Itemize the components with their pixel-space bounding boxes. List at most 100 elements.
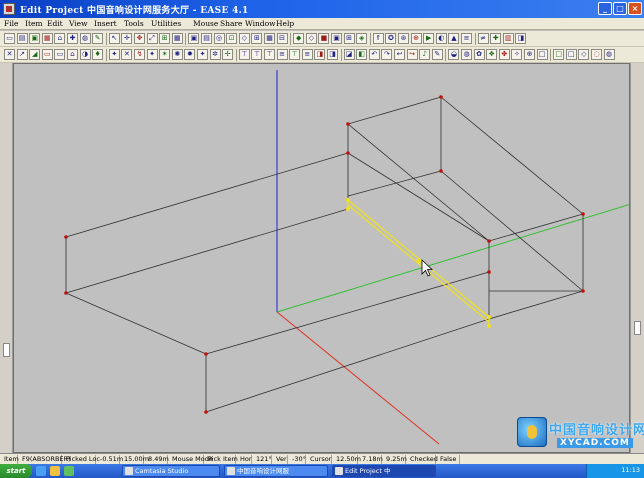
toolbar-button[interactable]: ✧ bbox=[511, 49, 523, 60]
toolbar-button[interactable]: ✛ bbox=[121, 33, 133, 44]
left-scroll-strip[interactable] bbox=[0, 63, 13, 453]
toolbar-button[interactable]: ⊤ bbox=[251, 49, 263, 60]
toolbar-button[interactable]: ▭ bbox=[4, 33, 15, 44]
menu-view[interactable]: View bbox=[69, 19, 88, 29]
toolbar-button[interactable]: ▣ bbox=[188, 33, 200, 44]
toolbar-button[interactable]: ♪ bbox=[419, 49, 431, 60]
toolbar-button[interactable]: ⊕ bbox=[524, 49, 535, 60]
toolbar-button[interactable]: ◎ bbox=[213, 33, 225, 44]
menu-item[interactable]: Item bbox=[25, 19, 43, 29]
toolbar-button[interactable]: ◈ bbox=[356, 33, 368, 44]
toolbar-button[interactable]: ▭ bbox=[54, 49, 66, 60]
toolbar-button[interactable]: ↖ bbox=[108, 33, 120, 44]
toolbar-button[interactable]: ▣ bbox=[29, 33, 41, 44]
toolbar-button[interactable]: ◇ bbox=[238, 33, 250, 44]
toolbar-button[interactable]: ◢ bbox=[29, 49, 41, 60]
menu-file[interactable]: File bbox=[4, 19, 18, 29]
toolbar-button[interactable]: ✲ bbox=[209, 49, 221, 60]
toolbar-button[interactable]: ✶ bbox=[159, 49, 171, 60]
toolbar-button[interactable]: ▣ bbox=[331, 33, 342, 44]
toolbar-button[interactable]: ■ bbox=[318, 33, 330, 44]
menu-help[interactable]: Help bbox=[276, 19, 294, 29]
right-scroll-thumb[interactable] bbox=[634, 321, 641, 335]
toolbar-button[interactable]: ◇ bbox=[578, 49, 590, 60]
toolbar-button[interactable]: ✦ bbox=[146, 49, 158, 60]
toolbar-button[interactable]: ✦ bbox=[197, 49, 208, 60]
media-quicklaunch-icon[interactable] bbox=[64, 466, 74, 476]
toolbar-button[interactable]: ⊟ bbox=[276, 33, 288, 44]
toolbar-button[interactable]: ⌂ bbox=[67, 49, 78, 60]
toolbar-button[interactable]: ⊤ bbox=[264, 49, 275, 60]
toolbar-button[interactable]: ≡ bbox=[301, 49, 313, 60]
toolbar-button[interactable]: ◍ bbox=[461, 49, 472, 60]
toolbar-button[interactable]: ⤢ bbox=[146, 33, 158, 44]
toolbar-button[interactable]: ▥ bbox=[502, 33, 514, 44]
toolbar-button[interactable]: ▲ bbox=[448, 33, 460, 44]
toolbar-button[interactable]: ✦ bbox=[108, 49, 120, 60]
toolbar-button[interactable]: ◑ bbox=[79, 49, 91, 60]
toolbar-button[interactable]: ✚ bbox=[490, 33, 502, 44]
toolbar-button[interactable]: ⊞ bbox=[343, 33, 355, 44]
toolbar-button[interactable]: ↗ bbox=[16, 49, 28, 60]
toolbar-button[interactable]: ⊕ bbox=[410, 33, 422, 44]
toolbar-button[interactable]: ◨ bbox=[314, 49, 326, 60]
toolbar-button[interactable]: ▤ bbox=[16, 33, 28, 44]
toolbar-button[interactable]: ✹ bbox=[184, 49, 196, 60]
toolbar-button[interactable]: ⊡ bbox=[226, 33, 238, 44]
toolbar-button[interactable]: ⊛ bbox=[398, 33, 409, 44]
toolbar-button[interactable]: □ bbox=[565, 49, 577, 60]
toolbar-button[interactable]: ◐ bbox=[435, 33, 447, 44]
toolbar-button[interactable]: ✎ bbox=[431, 49, 443, 60]
toolbar-button[interactable]: ↯ bbox=[134, 49, 145, 60]
toolbar-button[interactable]: ◍ bbox=[603, 49, 615, 60]
toolbar-button[interactable]: ≡ bbox=[461, 33, 472, 44]
start-button[interactable]: start bbox=[0, 464, 32, 478]
toolbar-button[interactable]: ⊤ bbox=[289, 49, 301, 60]
toolbar-button[interactable]: ◌ bbox=[591, 49, 602, 60]
toolbar-button[interactable]: ⌂ bbox=[54, 33, 66, 44]
window-titlebar[interactable]: Edit Project 中国音响设计网服务大厅 - EASE 4.1 _ □ … bbox=[0, 0, 644, 18]
toolbar-button[interactable]: ↪ bbox=[406, 49, 418, 60]
toolbar-button[interactable]: □ bbox=[553, 49, 565, 60]
toolbar-button[interactable]: ≡ bbox=[276, 49, 288, 60]
toolbar-button[interactable]: ▦ bbox=[41, 33, 53, 44]
maximize-button[interactable]: □ bbox=[613, 2, 627, 15]
toolbar-button[interactable]: ◆ bbox=[293, 33, 305, 44]
taskbar-ease[interactable]: Edit Project 中 bbox=[332, 465, 436, 477]
close-button[interactable]: × bbox=[628, 2, 642, 15]
toolbar-button[interactable]: ✚ bbox=[67, 33, 78, 44]
toolbar-button[interactable]: ◨ bbox=[515, 33, 527, 44]
toolbar-button[interactable]: ≠ bbox=[477, 33, 489, 44]
minimize-button[interactable]: _ bbox=[598, 2, 612, 15]
menu-tools[interactable]: Tools bbox=[124, 19, 144, 29]
left-scroll-thumb[interactable] bbox=[3, 343, 10, 357]
selection-handles[interactable] bbox=[346, 198, 491, 328]
toolbar-button[interactable]: ◪ bbox=[343, 49, 355, 60]
toolbar-button[interactable]: ▭ bbox=[41, 49, 53, 60]
toolbar-button[interactable]: ✕ bbox=[121, 49, 133, 60]
menu-utilities[interactable]: Utilities bbox=[151, 19, 181, 29]
toolbar-button[interactable]: ⊞ bbox=[159, 33, 171, 44]
toolbar-button[interactable]: ♦ bbox=[92, 49, 104, 60]
toolbar-button[interactable]: ◇ bbox=[305, 33, 317, 44]
toolbar-button[interactable]: ⇑ bbox=[372, 33, 384, 44]
toolbar-button[interactable]: ✎ bbox=[92, 33, 104, 44]
taskbar-camtasia[interactable]: Camtasia Studio bbox=[122, 465, 220, 477]
menu-share[interactable]: Share bbox=[220, 19, 242, 29]
toolbar-button[interactable]: ✢ bbox=[222, 49, 234, 60]
toolbar-button[interactable]: ↶ bbox=[368, 49, 380, 60]
taskbar-browser[interactable]: 中国音响设计网服 bbox=[224, 465, 328, 477]
menu-mouse[interactable]: Mouse bbox=[193, 19, 218, 29]
wireframe-model[interactable] bbox=[14, 64, 630, 453]
toolbar-button[interactable]: ▤ bbox=[201, 33, 212, 44]
toolbar-button[interactable]: ✤ bbox=[498, 49, 510, 60]
toolbar-button[interactable]: □ bbox=[536, 49, 548, 60]
toolbar-button[interactable]: ↷ bbox=[381, 49, 393, 60]
toolbar-button[interactable]: ❖ bbox=[486, 49, 498, 60]
toolbar-button[interactable]: ✕ bbox=[4, 49, 15, 60]
3d-viewport[interactable] bbox=[13, 63, 630, 453]
toolbar-button[interactable]: ◧ bbox=[356, 49, 368, 60]
toolbar-button[interactable]: ⊞ bbox=[251, 33, 263, 44]
toolbar-button[interactable]: ✥ bbox=[134, 33, 145, 44]
toolbar-button[interactable]: ◒ bbox=[448, 49, 460, 60]
